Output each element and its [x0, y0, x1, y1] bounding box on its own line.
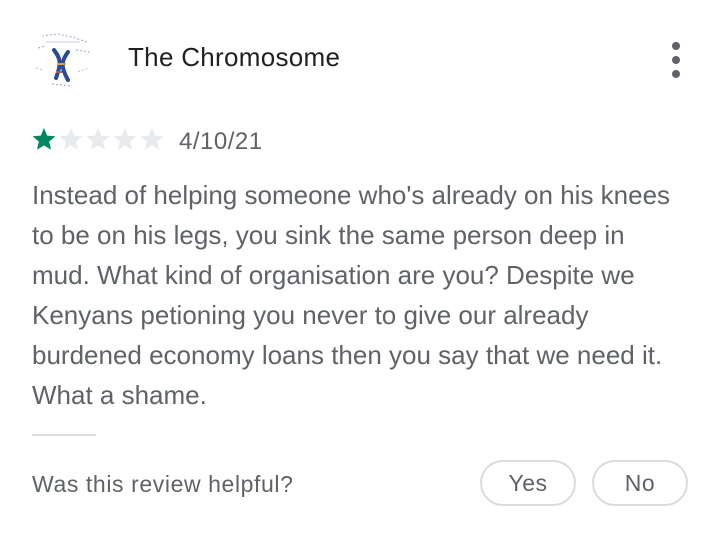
star-empty-icon: [140, 128, 164, 150]
more-dot: [672, 70, 680, 78]
chromosome-avatar-icon: [32, 28, 94, 92]
review-date: 4/10/21: [179, 128, 263, 155]
star-rating: [32, 128, 164, 150]
more-dot: [672, 42, 680, 50]
star-filled-icon: [32, 128, 56, 150]
star-empty-icon: [113, 128, 137, 150]
more-dot: [672, 56, 680, 64]
more-vertical-icon[interactable]: [666, 42, 686, 78]
review-card: The Chromosome 4/10/21 Instead of helpin…: [0, 0, 720, 553]
star-empty-icon: [86, 128, 110, 150]
author-name: The Chromosome: [128, 42, 341, 72]
divider: [32, 434, 96, 436]
star-empty-icon: [59, 128, 83, 150]
yes-button[interactable]: Yes: [480, 460, 576, 506]
review-header: The Chromosome: [32, 28, 692, 92]
helpful-question: Was this review helpful?: [32, 471, 294, 497]
no-button[interactable]: No: [592, 460, 688, 506]
review-text: Instead of helping someone who's already…: [32, 180, 671, 410]
